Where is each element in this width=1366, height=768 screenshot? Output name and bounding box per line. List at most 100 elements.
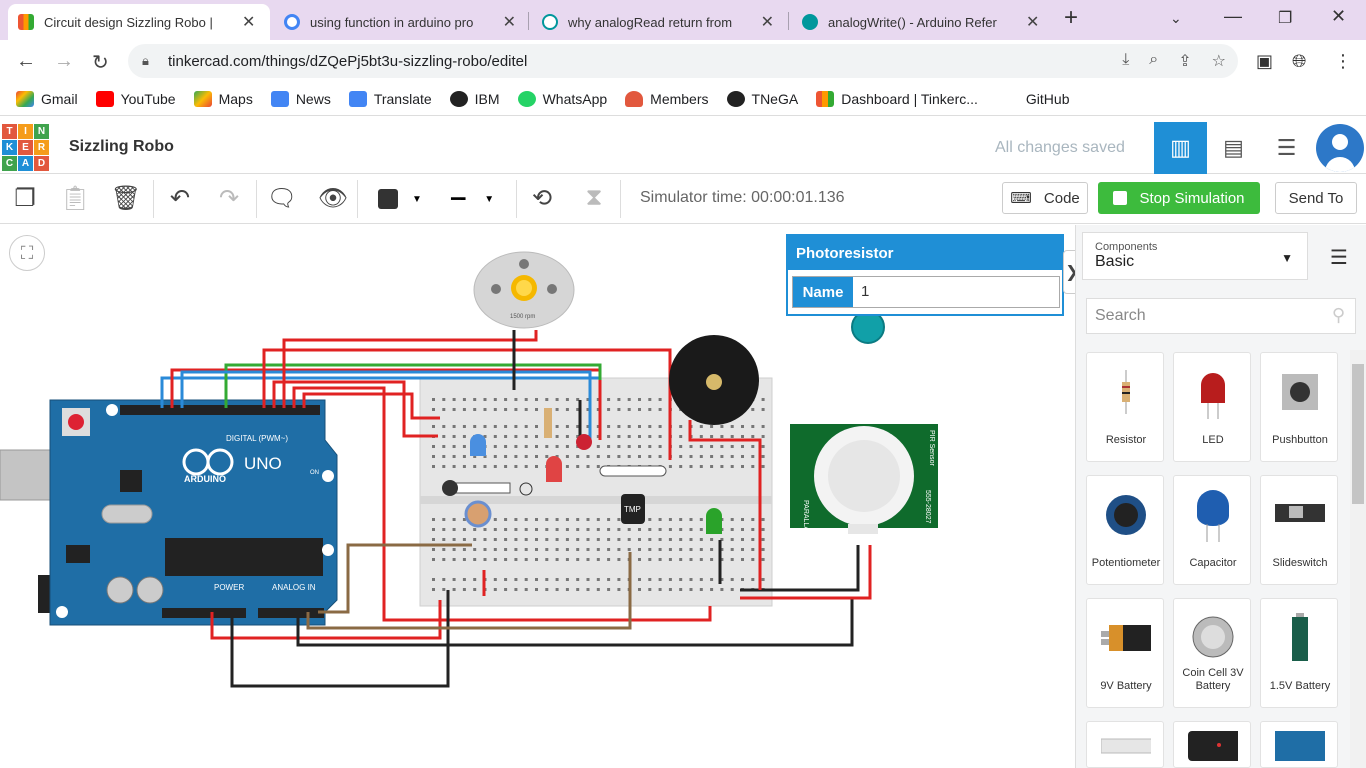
tinkercad-logo[interactable]: TIN KER CAD (2, 124, 49, 171)
new-tab-button[interactable]: + (1064, 4, 1078, 32)
install-app-icon[interactable]: ⤓ (1122, 51, 1129, 71)
bookmark-news[interactable]: News (270, 90, 331, 107)
component-list-button[interactable]: ☰ (1260, 122, 1313, 174)
send-to-button[interactable]: Send To (1275, 182, 1357, 214)
component-card-arduino[interactable] (1260, 721, 1338, 768)
name-input[interactable]: 1 (853, 277, 877, 307)
project-name[interactable]: Sizzling Robo (69, 138, 174, 156)
breadboard-hole (751, 408, 755, 411)
breadboard-hole (555, 425, 559, 428)
tab-arduino-forum[interactable]: why analogRead return from ✕ (532, 4, 784, 40)
bookmark-dashboard[interactable]: Dashboard | Tinkerc... (816, 90, 978, 107)
bookmark-members[interactable]: Members (625, 90, 709, 107)
breadboard-hole (679, 435, 683, 438)
tab-divider (528, 12, 529, 30)
tab-arduino-reference[interactable]: analogWrite() - Arduino Refer ✕ (792, 4, 1050, 40)
bookmark-gmail[interactable]: Gmail (16, 90, 78, 107)
search-input[interactable]: Search ⚲ (1086, 298, 1356, 334)
bookmark-translate[interactable]: Translate (348, 90, 432, 107)
circuit-canvas[interactable]: ⛶ DIGITAL (PWM~) ARDUINO UNO POWER ANALO… (0, 225, 1075, 768)
bookmark-ibm[interactable]: IBM (449, 90, 500, 107)
tab-search-icon[interactable]: ⌄ (1170, 10, 1182, 27)
close-tab-icon[interactable]: ✕ (503, 12, 516, 32)
breadboard-hole (442, 548, 446, 551)
component-card-coin-cell[interactable]: Coin Cell 3V Battery (1173, 598, 1251, 708)
slide-potentiometer (449, 482, 511, 494)
breadboard-hole (565, 538, 569, 541)
list-view-icon[interactable]: ☰ (1330, 245, 1348, 270)
breadboard-hole (576, 465, 580, 468)
side-panel-icon[interactable]: ▣ (1256, 51, 1273, 72)
component-card-resistor[interactable]: Resistor (1086, 352, 1164, 462)
component-card-1-5v-battery[interactable]: 1.5V Battery (1260, 598, 1338, 708)
breadboard-hole (473, 578, 477, 581)
undo-icon[interactable]: ↶ (164, 184, 196, 213)
panel-scrollbar[interactable] (1350, 350, 1366, 768)
bookmark-whatsapp[interactable]: WhatsApp (517, 90, 607, 107)
circuit-view-button[interactable]: ▥ (1154, 122, 1207, 174)
breadboard-hole (524, 588, 528, 591)
breadboard-hole (607, 518, 611, 521)
tab-tinkercad[interactable]: Circuit design Sizzling Robo | ✕ (8, 4, 270, 40)
bookmark-maps[interactable]: Maps (193, 90, 253, 107)
paste-icon[interactable]: 📋︎ (59, 184, 91, 213)
wire-style-picker[interactable]: ━╸ ▼ (443, 182, 511, 216)
breadboard-hole (596, 578, 600, 581)
component-card-capacitor[interactable]: Capacitor (1173, 475, 1251, 585)
breadboard-hole (565, 445, 569, 448)
bookmark-tnega[interactable]: TNeGA (726, 90, 798, 107)
back-icon[interactable]: ← (16, 50, 36, 73)
restore-icon[interactable]: ❐ (1278, 8, 1292, 28)
component-card-9v-battery[interactable]: 9V Battery (1086, 598, 1164, 708)
bookmark-github[interactable]: GitHub (1026, 91, 1070, 107)
code-button[interactable]: ⌨ Code (1002, 182, 1088, 214)
component-card-slideswitch[interactable]: Slideswitch (1260, 475, 1338, 585)
user-avatar[interactable] (1316, 124, 1364, 172)
address-bar[interactable]: 🔒︎ tinkercad.com/things/dZQePj5bt3u-sizz… (128, 44, 1238, 78)
breadboard-hole (699, 425, 703, 428)
rotate-icon[interactable]: ⟲ (526, 184, 558, 213)
close-window-icon[interactable]: ✕ (1331, 6, 1346, 27)
component-card-microbit[interactable] (1173, 721, 1251, 768)
bookmark-youtube[interactable]: YouTube (95, 90, 176, 107)
reload-icon[interactable]: ↻ (92, 50, 109, 75)
close-tab-icon[interactable]: ✕ (1026, 12, 1039, 32)
share-icon[interactable]: ⇪ (1178, 51, 1191, 71)
scrollbar-thumb[interactable] (1352, 364, 1364, 504)
note-icon[interactable]: 🗨︎ (266, 184, 298, 213)
component-card-potentiometer[interactable]: Potentiometer (1086, 475, 1164, 585)
chrome-menu-icon[interactable]: ⋮ (1334, 51, 1352, 72)
stop-simulation-button[interactable]: Stop Simulation (1098, 182, 1260, 214)
breadboard-hole (535, 518, 538, 521)
breadboard-hole (741, 465, 744, 468)
flip-icon[interactable]: ⧗ (578, 184, 610, 212)
breadboard-hole (699, 435, 703, 438)
profile-globe-icon[interactable]: 🌐︎ (1292, 51, 1306, 72)
forward-icon[interactable]: → (54, 50, 74, 73)
breadboard-hole (658, 558, 662, 561)
minimize-icon[interactable]: — (1224, 6, 1242, 27)
copy-icon[interactable]: ❐ (9, 184, 41, 213)
zoom-icon[interactable]: ⌕ (1149, 51, 1158, 71)
color-picker[interactable]: ▼ (368, 182, 432, 216)
close-tab-icon[interactable]: ✕ (761, 12, 774, 32)
component-card-led[interactable]: LED (1173, 352, 1251, 462)
visibility-icon[interactable]: 👁︎ (317, 184, 349, 213)
components-dropdown[interactable]: Components Basic ▼ (1082, 232, 1308, 280)
breadboard-hole (689, 588, 693, 591)
component-card-pushbutton[interactable]: Pushbutton (1260, 352, 1338, 462)
breadboard-hole (432, 445, 435, 448)
tab-google[interactable]: using function in arduino pro ✕ (274, 4, 526, 40)
breadboard-hole (514, 538, 518, 541)
breadboard-hole (565, 425, 569, 428)
card-label: Slideswitch (1272, 557, 1328, 569)
bookmark-star-icon[interactable]: ☆ (1212, 51, 1226, 71)
component-card-breadboard[interactable] (1086, 721, 1164, 768)
delete-icon[interactable]: 🗑︎ (110, 184, 142, 213)
breadboard-hole (617, 518, 621, 521)
redo-icon[interactable]: ↷ (213, 184, 245, 213)
caret-down-icon: ▼ (412, 193, 422, 205)
close-tab-icon[interactable]: ✕ (242, 12, 255, 32)
schematic-view-button[interactable]: ▤ (1207, 122, 1260, 174)
breadboard-hole (535, 558, 538, 561)
